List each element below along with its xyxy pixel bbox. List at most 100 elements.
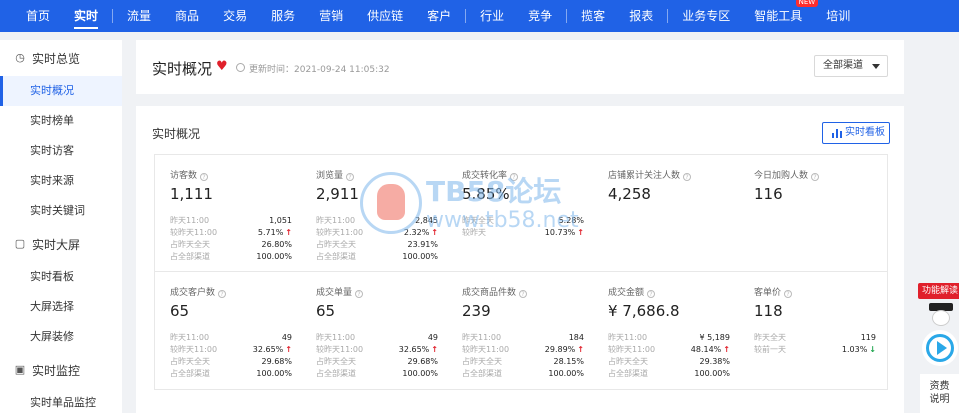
help-icon[interactable]: ?: [346, 173, 355, 181]
sidebar-group[interactable]: ◷ 实时总览: [0, 40, 122, 76]
sidebar-item[interactable]: 实时看板: [0, 262, 122, 292]
realtime-board-button[interactable]: 实时看板: [822, 122, 890, 144]
stat-row: 昨天全天 119: [754, 332, 876, 344]
metrics-row: 成交客户数? 65 昨天11:00 49 较昨天11:00 32.65% ↑ 占昨天全天 29.…: [155, 272, 887, 389]
sidebar-item[interactable]: 实时榜单: [0, 106, 122, 136]
metric-label-text: 成交单量: [316, 288, 353, 298]
stat-value-wrap: 100.00%: [256, 368, 292, 380]
help-icon[interactable]: ?: [683, 173, 692, 181]
metric-stats: 昨天全天 119 较前一天 1.03% ↓: [754, 332, 876, 356]
nav-item-11[interactable]: 揽客: [569, 0, 617, 32]
nav-item-8[interactable]: 客户: [415, 0, 463, 32]
stat-label: 较昨天: [462, 228, 486, 237]
metric-stats: 昨天全天 5.28% 较昨天 10.73% ↑: [462, 215, 584, 239]
help-icon[interactable]: ?: [200, 173, 209, 181]
top-nav: 首页 实时 流量 商品 交易 服务 营销 供应链 客户 行业 竞争 揽客 报表 业务专区 智能工具 NEW 培训: [0, 0, 959, 32]
stat-value: 29.89%: [544, 345, 576, 354]
stat-row: 较昨天11:00 48.14% ↑: [608, 344, 730, 356]
stat-value-wrap: 29.68%: [261, 356, 292, 368]
metric-label-text: 成交客户数: [170, 288, 216, 298]
help-icon[interactable]: ?: [784, 290, 793, 298]
stat-row: 占全部渠道 100.00%: [170, 368, 292, 380]
help-icon[interactable]: ?: [510, 173, 519, 181]
stat-label: 昨天全天: [754, 333, 786, 342]
help-icon[interactable]: ?: [355, 290, 364, 298]
nav-item-0[interactable]: 首页: [14, 0, 62, 32]
nav-item-1[interactable]: 实时: [62, 0, 110, 32]
sidebar-item[interactable]: 大屏装修: [0, 322, 122, 352]
stat-value: 100.00%: [548, 369, 584, 378]
stat-label: 昨天11:00: [170, 216, 210, 225]
stat-value-wrap: 100.00%: [402, 368, 438, 380]
stat-value: 100.00%: [256, 369, 292, 378]
mascot-icon[interactable]: [927, 303, 955, 329]
channel-select-value: 全部渠道: [823, 60, 863, 71]
sidebar-item[interactable]: 实时概况: [0, 76, 122, 106]
stat-row: 较昨天11:00 29.89% ↑: [462, 344, 584, 356]
stat-row: 占昨天全天 23.91%: [316, 239, 438, 251]
nav-item-15[interactable]: 培训: [814, 0, 862, 32]
nav-item-14[interactable]: 智能工具 NEW: [742, 0, 819, 32]
nav-item-7[interactable]: 供应链: [355, 0, 415, 32]
nav-item-5[interactable]: 服务: [259, 0, 307, 32]
stat-value: 49: [281, 333, 292, 342]
metric-card: 访客数? 1,111 昨天11:00 1,051 较昨天11:00 5.71% ↑ 占昨天全天…: [155, 155, 301, 272]
nav-item-6[interactable]: 营销: [307, 0, 355, 32]
nav-item-13[interactable]: 业务专区: [670, 0, 742, 32]
video-play-button[interactable]: [922, 330, 958, 366]
stat-row: 昨天11:00 ¥ 5,189: [608, 332, 730, 344]
sidebar-item[interactable]: 实时访客: [0, 136, 122, 166]
arrow-up-icon: ↑: [577, 228, 584, 237]
metrics-grid: 访客数? 1,111 昨天11:00 1,051 较昨天11:00 5.71% ↑ 占昨天全天…: [154, 154, 888, 390]
metric-label: 成交金额?: [608, 285, 656, 298]
sidebar-item[interactable]: 大屏选择: [0, 292, 122, 322]
metric-label-text: 成交转化率: [462, 171, 508, 181]
stat-label: 较昨天11:00: [608, 345, 656, 354]
pricing-doc-link[interactable]: 资费 说明: [920, 374, 959, 413]
stat-row: 较前一天 1.03% ↓: [754, 344, 876, 356]
sidebar: ◷ 实时总览 实时概况 实时榜单 实时访客 实时来源 实时关键词 ▢ 实时大屏 实时看板 大屏选择大…: [0, 40, 122, 413]
stat-label: 较前一天: [754, 345, 786, 354]
metric-value: 1,111: [170, 185, 213, 203]
help-icon[interactable]: ?: [647, 290, 656, 298]
metric-stats: 昨天11:00 2,845 较昨天11:00 2.32% ↑ 占昨天全天 23.91% 占全部…: [316, 215, 438, 263]
channel-select[interactable]: 全部渠道: [814, 55, 888, 77]
stat-value: 100.00%: [694, 369, 730, 378]
stat-row: 昨天11:00 1,051: [170, 215, 292, 227]
stat-row: 占昨天全天 29.68%: [316, 356, 438, 368]
metric-card: 成交单量? 65 昨天11:00 49 较昨天11:00 32.65% ↑ 占昨天全天 29.6…: [301, 272, 447, 389]
stat-row: 较昨天11:00 32.65% ↑: [170, 344, 292, 356]
stat-row: 昨天11:00 184: [462, 332, 584, 344]
stat-value: 29.38%: [699, 357, 730, 366]
nav-item-12[interactable]: 报表: [617, 0, 665, 32]
nav-item-3[interactable]: 商品: [163, 0, 211, 32]
help-icon[interactable]: ?: [218, 290, 227, 298]
stat-label: 较昨天11:00: [316, 228, 364, 237]
stat-value-wrap: 49: [428, 332, 438, 344]
monitor-icon: ▣: [14, 363, 26, 376]
sidebar-item[interactable]: 实时单品监控: [0, 388, 122, 413]
metric-card: 成交客户数? 65 昨天11:00 49 较昨天11:00 32.65% ↑ 占昨天全天 29.…: [155, 272, 301, 389]
stat-row: 占全部渠道 100.00%: [608, 368, 730, 380]
stat-label: 占全部渠道: [170, 252, 210, 261]
nav-item-4[interactable]: 交易: [211, 0, 259, 32]
sidebar-item[interactable]: 实时关键词: [0, 196, 122, 226]
stat-row: 较昨天11:00 32.65% ↑: [316, 344, 438, 356]
metric-card: 店铺累计关注人数? 4,258: [593, 155, 739, 272]
help-icon[interactable]: ?: [811, 173, 820, 181]
nav-item-9[interactable]: 行业: [468, 0, 516, 32]
stat-value: ¥ 5,189: [699, 333, 730, 342]
stat-value-wrap: 100.00%: [694, 368, 730, 380]
stat-value: 28.15%: [553, 357, 584, 366]
feature-guide-tag[interactable]: 功能解读: [918, 283, 959, 299]
nav-item-2[interactable]: 流量: [115, 0, 163, 32]
sidebar-item[interactable]: 实时来源: [0, 166, 122, 196]
stat-value: 32.65%: [252, 345, 284, 354]
stat-row: 昨天11:00 2,845: [316, 215, 438, 227]
stat-value: 1,051: [269, 216, 292, 225]
sidebar-group[interactable]: ▢ 实时大屏: [0, 226, 122, 262]
sidebar-group[interactable]: ▣ 实时监控: [0, 352, 122, 388]
nav-item-10[interactable]: 竞争: [516, 0, 564, 32]
heart-icon[interactable]: ♥: [216, 59, 228, 74]
help-icon[interactable]: ?: [519, 290, 528, 298]
